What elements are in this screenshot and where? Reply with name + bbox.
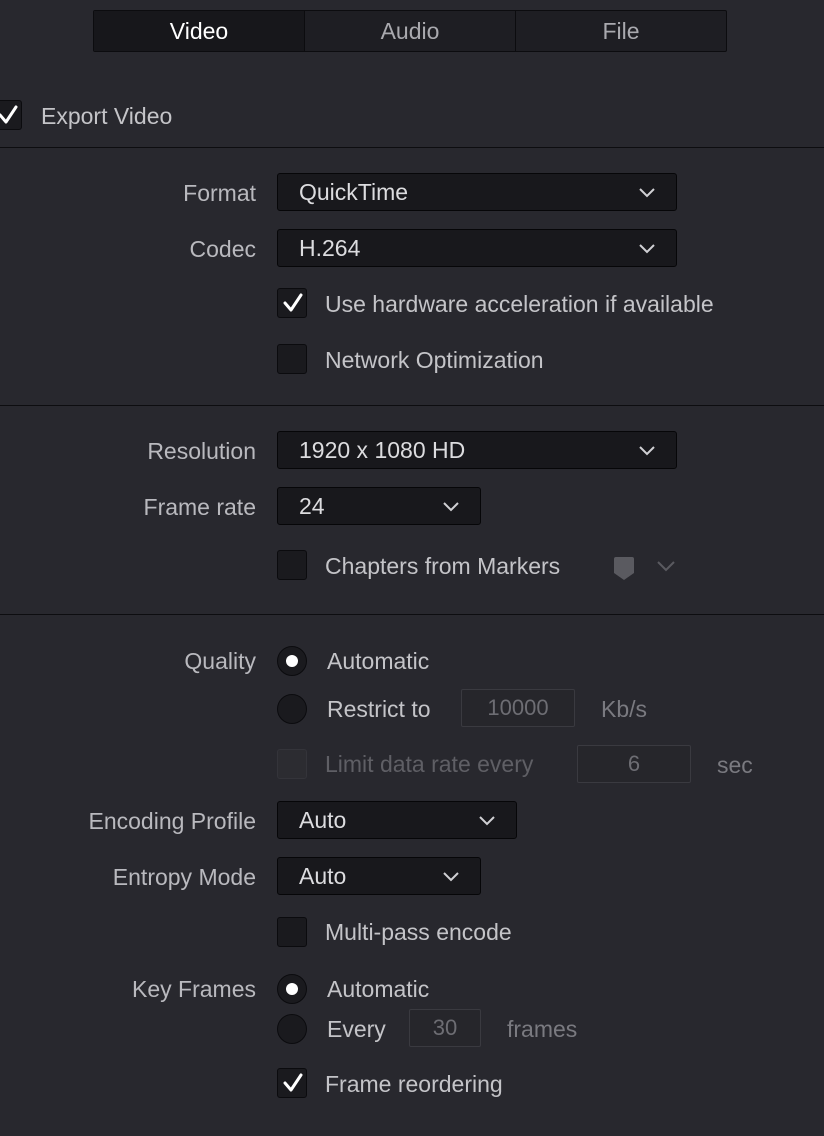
quality-restrict-radio[interactable] [277,694,307,724]
network-optimization-checkbox[interactable] [277,344,307,374]
tab-file[interactable]: File [516,11,726,51]
tab-video[interactable]: Video [94,11,305,51]
entropy-mode-select[interactable]: Auto [277,857,481,895]
limit-data-rate-input[interactable]: 6 [577,745,691,783]
entropy-mode-label: Entropy Mode [112,864,256,890]
section-divider [0,405,824,406]
chevron-down-icon [639,446,655,456]
quality-restrict-label: Restrict to [327,696,431,722]
quality-automatic-radio[interactable] [277,646,307,676]
quality-restrict-unit: Kb/s [601,696,648,722]
frame-reordering-checkbox[interactable] [277,1068,307,1098]
section-divider [0,614,824,615]
export-video-checkbox[interactable] [0,100,22,130]
chevron-down-icon [443,872,459,882]
resolution-label: Resolution [147,438,256,464]
limit-data-rate-checkbox[interactable] [277,749,307,779]
chapters-from-markers-label: Chapters from Markers [325,553,561,579]
encoding-profile-value: Auto [299,807,347,833]
resolution-select[interactable]: 1920 x 1080 HD [277,431,677,469]
checkmark-icon [0,105,18,124]
frame-reordering-label: Frame reordering [325,1071,503,1097]
chevron-down-icon [639,188,655,198]
tab-audio[interactable]: Audio [305,11,516,51]
key-frames-automatic-label: Automatic [327,976,430,1002]
chevron-down-icon [479,816,495,826]
format-label: Format [183,180,256,206]
hardware-acceleration-label: Use hardware acceleration if available [325,291,714,317]
codec-label: Codec [189,236,256,262]
resolution-value: 1920 x 1080 HD [299,437,466,463]
key-frames-every-input[interactable]: 30 [409,1009,481,1047]
network-optimization-label: Network Optimization [325,347,544,373]
marker-icon[interactable] [612,556,636,582]
entropy-mode-value: Auto [299,863,347,889]
frame-rate-select[interactable]: 24 [277,487,481,525]
format-select[interactable]: QuickTime [277,173,677,211]
key-frames-every-unit: frames [507,1016,578,1042]
chevron-down-icon [443,502,459,512]
hardware-acceleration-checkbox[interactable] [277,288,307,318]
key-frames-every-radio[interactable] [277,1014,307,1044]
codec-select[interactable]: H.264 [277,229,677,267]
limit-data-rate-label: Limit data rate every [325,751,534,777]
quality-restrict-input[interactable]: 10000 [461,689,575,727]
key-frames-label: Key Frames [132,976,256,1002]
multipass-encode-checkbox[interactable] [277,917,307,947]
export-video-label: Export Video [41,103,173,129]
tab-bar: Video Audio File [93,10,727,52]
multipass-encode-label: Multi-pass encode [325,919,512,945]
section-divider [0,147,824,148]
checkmark-icon [283,293,303,312]
checkmark-icon [283,1073,303,1092]
chapters-from-markers-checkbox[interactable] [277,550,307,580]
quality-label: Quality [184,648,256,674]
encoding-profile-label: Encoding Profile [88,808,257,834]
frame-rate-value: 24 [299,493,325,519]
quality-automatic-label: Automatic [327,648,430,674]
codec-value: H.264 [299,235,361,261]
key-frames-automatic-radio[interactable] [277,974,307,1004]
limit-data-rate-unit: sec [717,752,753,778]
frame-rate-label: Frame rate [143,494,256,520]
format-value: QuickTime [299,179,409,205]
chevron-down-icon [639,244,655,254]
marker-color-chevron-down-icon[interactable] [656,558,676,574]
key-frames-every-label: Every [327,1016,386,1042]
encoding-profile-select[interactable]: Auto [277,801,517,839]
